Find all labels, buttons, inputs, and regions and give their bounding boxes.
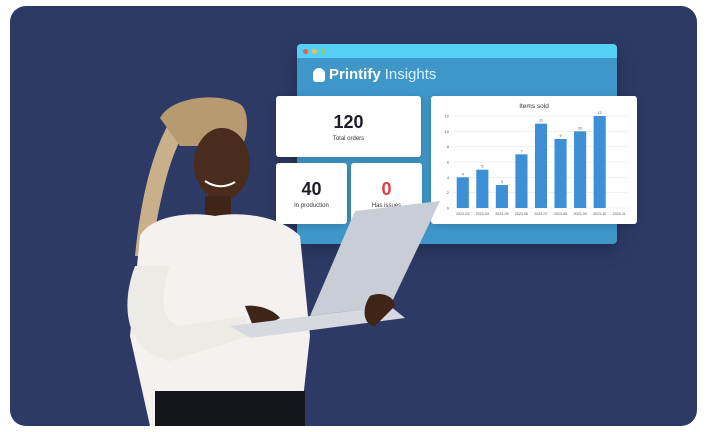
dark-pants (155, 391, 305, 426)
right-hand (364, 294, 395, 326)
face (194, 128, 250, 200)
person-with-laptop-illustration (127, 97, 440, 426)
hero-stage: Printify Insights 120 Total orders 40 In… (10, 6, 697, 426)
